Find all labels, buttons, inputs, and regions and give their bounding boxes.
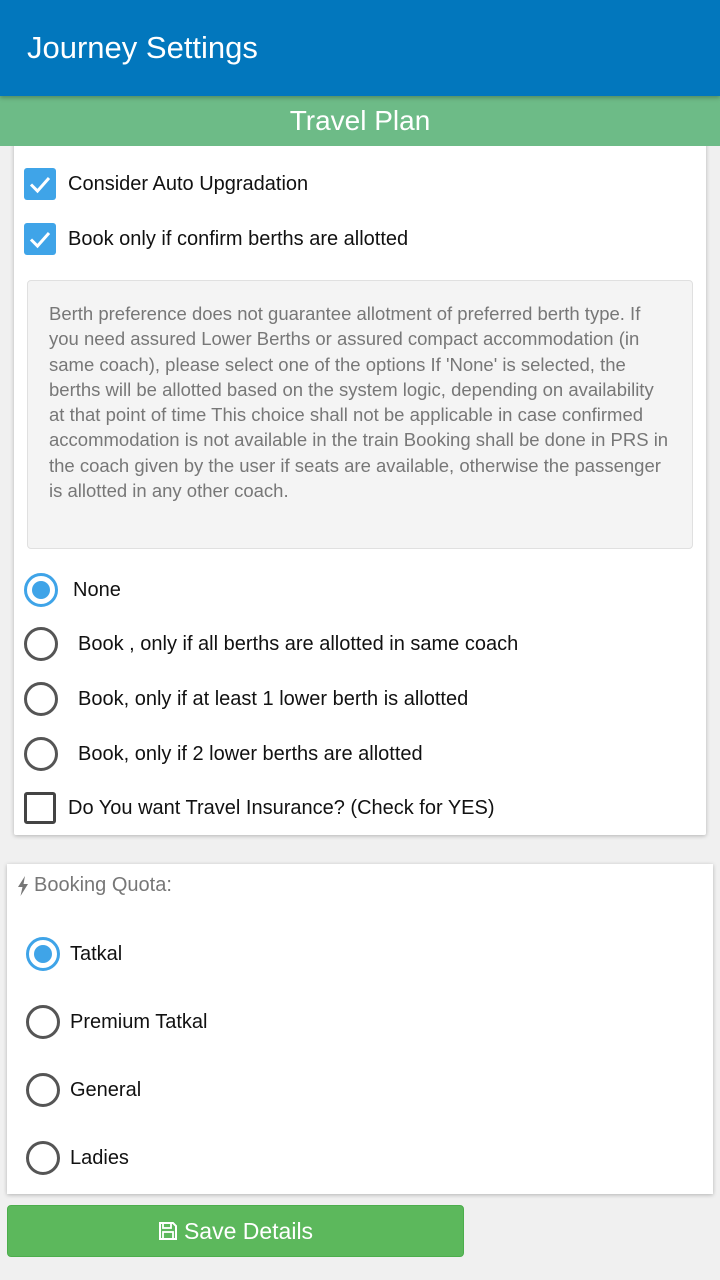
berth-radio-none[interactable] xyxy=(24,573,58,607)
insurance-checkbox[interactable] xyxy=(24,792,56,824)
quota-option-premium-tatkal[interactable]: Premium Tatkal xyxy=(26,1005,207,1039)
insurance-label: Do You want Travel Insurance? (Check for… xyxy=(68,796,495,819)
bolt-icon xyxy=(18,875,28,896)
quota-radio-general[interactable] xyxy=(26,1073,60,1107)
berth-info-text: Berth preference does not guarantee allo… xyxy=(49,303,669,502)
berth-info-box: Berth preference does not guarantee allo… xyxy=(27,280,693,549)
berth-option-label: Book, only if at least 1 lower berth is … xyxy=(78,687,469,710)
berth-radio-same-coach[interactable] xyxy=(24,627,58,661)
travel-plan-title: Travel Plan xyxy=(289,105,431,136)
berth-option-label: Book, only if 2 lower berths are allotte… xyxy=(78,742,423,765)
auto-upgrade-option[interactable]: Consider Auto Upgradation xyxy=(24,168,308,200)
confirm-berths-checkbox[interactable] xyxy=(24,223,56,255)
quota-option-label: Premium Tatkal xyxy=(70,1010,208,1033)
quota-option-label: General xyxy=(70,1078,142,1101)
quota-radio-premium-tatkal[interactable] xyxy=(26,1005,60,1039)
travel-plan-card: Consider Auto Upgradation Book only if c… xyxy=(14,130,706,835)
check-icon xyxy=(29,177,51,194)
app-bar: Journey Settings xyxy=(0,0,720,96)
save-details-button[interactable]: Save Details xyxy=(7,1205,464,1257)
quota-radio-ladies[interactable] xyxy=(26,1141,60,1175)
auto-upgrade-checkbox[interactable] xyxy=(24,168,56,200)
berth-option-same-coach[interactable]: Book , only if all berths are allotted i… xyxy=(24,627,518,661)
quota-option-label: Ladies xyxy=(70,1146,129,1169)
save-details-label: Save Details xyxy=(183,1217,314,1244)
quota-option-label: Tatkal xyxy=(70,942,123,965)
page-title: Journey Settings xyxy=(27,30,258,65)
berth-option-none[interactable]: None xyxy=(24,573,121,607)
check-icon xyxy=(29,232,51,249)
berth-option-one-lower[interactable]: Book, only if at least 1 lower berth is … xyxy=(24,682,468,716)
auto-upgrade-label: Consider Auto Upgradation xyxy=(68,172,309,195)
berth-option-two-lower[interactable]: Book, only if 2 lower berths are allotte… xyxy=(24,737,423,771)
floppy-disk-icon xyxy=(158,1222,177,1240)
quota-option-tatkal[interactable]: Tatkal xyxy=(26,937,122,971)
booking-quota-title: Booking Quota: xyxy=(17,874,172,897)
booking-quota-label: Booking Quota: xyxy=(34,874,172,896)
confirm-berths-label: Book only if confirm berths are allotted xyxy=(68,227,409,250)
berth-option-label: Book , only if all berths are allotted i… xyxy=(78,632,519,655)
quota-radio-tatkal[interactable] xyxy=(26,937,60,971)
quota-option-ladies[interactable]: Ladies xyxy=(26,1141,129,1175)
insurance-option[interactable]: Do You want Travel Insurance? (Check for… xyxy=(24,792,495,824)
berth-radio-two-lower[interactable] xyxy=(24,737,58,771)
berth-radio-one-lower[interactable] xyxy=(24,682,58,716)
berth-option-label: None xyxy=(73,578,121,601)
travel-plan-header: Travel Plan xyxy=(0,96,720,146)
booking-quota-card: Booking Quota: Tatkal Premium Tatkal Gen… xyxy=(7,864,713,1194)
quota-option-general[interactable]: General xyxy=(26,1073,141,1107)
confirm-berths-option[interactable]: Book only if confirm berths are allotted xyxy=(24,223,408,255)
